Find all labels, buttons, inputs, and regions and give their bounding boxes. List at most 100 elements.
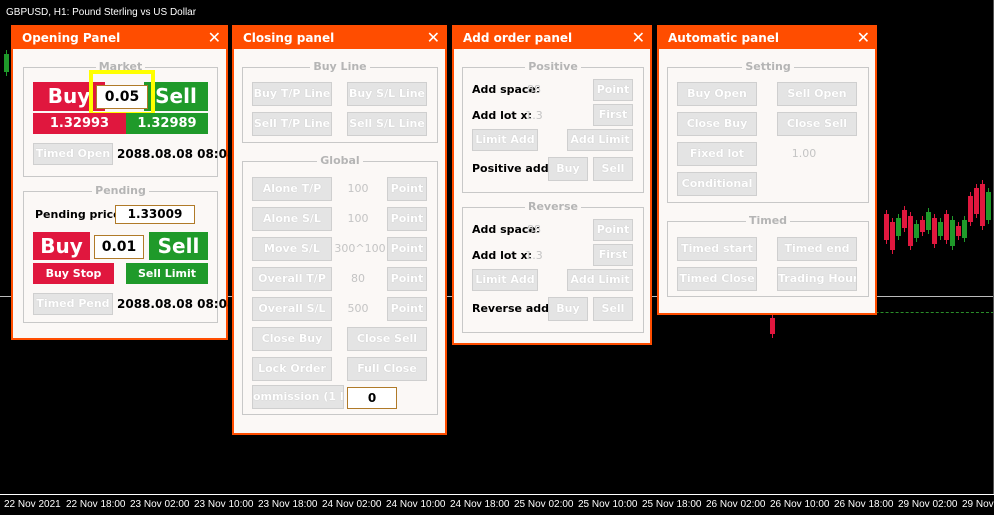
- alone-sl-value[interactable]: 100: [338, 212, 378, 225]
- add-limit-button[interactable]: Add Limit: [567, 269, 633, 291]
- first-button[interactable]: First: [593, 244, 633, 266]
- add-space-value[interactable]: 88: [516, 223, 552, 236]
- buy-stop-button[interactable]: Buy Stop: [33, 263, 114, 284]
- alone-sl-button[interactable]: Alone S/L: [252, 207, 332, 231]
- add-limit-button[interactable]: Add Limit: [567, 129, 633, 151]
- add-order-panel: Add order panel ✕ Positive Add space: 88…: [452, 25, 652, 345]
- add-space-value[interactable]: 88: [516, 83, 552, 96]
- chart-title: GBPUSD, H1: Pound Sterling vs US Dollar: [6, 7, 197, 18]
- trading-hours-button[interactable]: Trading Hours: [777, 267, 857, 291]
- time-label: 23 Nov 10:00: [194, 499, 254, 510]
- point-button[interactable]: Point: [387, 207, 427, 231]
- limit-add-button[interactable]: Limit Add: [472, 129, 538, 151]
- pending-price-label: Pending price:: [35, 208, 125, 221]
- candle-body: [770, 318, 775, 334]
- candle-body: [968, 196, 973, 222]
- timed-end-button[interactable]: Timed end: [777, 237, 857, 261]
- closing-panel-header[interactable]: Closing panel ✕: [234, 27, 445, 49]
- group-title: Pending: [92, 184, 149, 197]
- time-label: 22 Nov 18:00: [66, 499, 126, 510]
- reverse-buy-button[interactable]: Buy: [548, 297, 588, 321]
- reverse-sell-button[interactable]: Sell: [593, 297, 633, 321]
- move-sl-value[interactable]: 300^100: [334, 242, 386, 255]
- time-label: 24 Nov 02:00: [322, 499, 382, 510]
- time-label: 24 Nov 18:00: [450, 499, 510, 510]
- close-sell-button[interactable]: Close Sell: [777, 112, 857, 136]
- close-icon[interactable]: ✕: [632, 27, 645, 49]
- closing-panel: Closing panel ✕ Buy Line Buy T/P Line Bu…: [232, 25, 447, 435]
- timed-open-button[interactable]: Timed Open: [33, 143, 113, 165]
- sell-limit-button[interactable]: Sell Limit: [126, 263, 208, 284]
- panel-title: Opening Panel: [22, 31, 121, 45]
- add-lot-value[interactable]: 1.3: [516, 249, 552, 262]
- overall-tp-value[interactable]: 80: [338, 272, 378, 285]
- candle-body: [956, 226, 961, 236]
- timed-pend-button[interactable]: Timed Pend: [33, 293, 113, 315]
- point-button[interactable]: Point: [387, 237, 427, 261]
- candle-body: [950, 220, 955, 246]
- point-button[interactable]: Point: [387, 267, 427, 291]
- pending-buy-button[interactable]: Buy: [33, 232, 90, 260]
- limit-add-button[interactable]: Limit Add: [472, 269, 538, 291]
- candle-body: [908, 216, 913, 246]
- fixed-lot-button[interactable]: Fixed lot: [677, 142, 757, 166]
- overall-sl-button[interactable]: Overall S/L: [252, 297, 332, 321]
- ask-price[interactable]: 1.32989: [126, 113, 208, 134]
- conditional-button[interactable]: Conditional: [677, 172, 757, 196]
- point-button[interactable]: Point: [593, 219, 633, 241]
- fixed-lot-value[interactable]: 1.00: [779, 147, 829, 160]
- panel-title: Automatic panel: [668, 31, 780, 45]
- move-sl-button[interactable]: Move S/L: [252, 237, 332, 261]
- sell-tp-line-button[interactable]: Sell T/P Line: [252, 112, 332, 136]
- sell-open-button[interactable]: Sell Open: [777, 82, 857, 106]
- buy-tp-line-button[interactable]: Buy T/P Line: [252, 82, 332, 106]
- close-icon[interactable]: ✕: [208, 27, 221, 49]
- buy-open-button[interactable]: Buy Open: [677, 82, 757, 106]
- time-axis: 22 Nov 2021 22 Nov 18:00 23 Nov 02:00 23…: [0, 499, 994, 515]
- buy-sl-line-button[interactable]: Buy S/L Line: [347, 82, 427, 106]
- alone-tp-button[interactable]: Alone T/P: [252, 177, 332, 201]
- overall-tp-button[interactable]: Overall T/P: [252, 267, 332, 291]
- close-buy-button[interactable]: Close Buy: [252, 327, 332, 351]
- positive-add-label: Positive add: [472, 162, 549, 175]
- first-button[interactable]: First: [593, 104, 633, 126]
- full-close-button[interactable]: Full Close: [347, 357, 427, 381]
- overall-sl-value[interactable]: 500: [338, 302, 378, 315]
- bid-price[interactable]: 1.32993: [33, 113, 126, 134]
- positive-sell-button[interactable]: Sell: [593, 157, 633, 181]
- automatic-panel: Automatic panel ✕ Setting Buy Open Sell …: [657, 25, 877, 315]
- time-label: 25 Nov 18:00: [642, 499, 702, 510]
- positive-buy-button[interactable]: Buy: [548, 157, 588, 181]
- close-sell-button[interactable]: Close Sell: [347, 327, 427, 351]
- lock-order-button[interactable]: Lock Order: [252, 357, 332, 381]
- open-time: 2088.08.08 08:08: [117, 147, 236, 161]
- candle-body: [4, 54, 9, 72]
- sell-sl-line-button[interactable]: Sell S/L Line: [347, 112, 427, 136]
- automatic-panel-header[interactable]: Automatic panel ✕: [659, 27, 875, 49]
- opening-panel-header[interactable]: Opening Panel ✕: [13, 27, 226, 49]
- candle-body: [938, 222, 943, 236]
- timed-start-button[interactable]: Timed start: [677, 237, 757, 261]
- close-icon[interactable]: ✕: [857, 27, 870, 49]
- point-button[interactable]: Point: [387, 177, 427, 201]
- commission-input[interactable]: 0: [347, 387, 397, 409]
- time-axis-line: [0, 494, 994, 495]
- alone-tp-value[interactable]: 100: [338, 182, 378, 195]
- point-button[interactable]: Point: [387, 297, 427, 321]
- market-lot-input[interactable]: 0.05: [96, 85, 148, 109]
- close-buy-button[interactable]: Close Buy: [677, 112, 757, 136]
- add-lot-value[interactable]: 1.3: [516, 109, 552, 122]
- commission-button[interactable]: ommission (1 lot: [252, 385, 344, 409]
- pending-lot-input[interactable]: 0.01: [94, 235, 144, 259]
- close-icon[interactable]: ✕: [427, 27, 440, 49]
- candle-body: [926, 212, 931, 230]
- timed-close-button[interactable]: Timed Close: [677, 267, 757, 291]
- candle-body: [914, 224, 919, 238]
- opening-panel: Opening Panel ✕ Market Buy Sell 0.05 1.3…: [11, 25, 235, 340]
- candle-body: [896, 218, 901, 236]
- pending-sell-button[interactable]: Sell: [149, 232, 208, 260]
- point-button[interactable]: Point: [593, 79, 633, 101]
- add-order-panel-header[interactable]: Add order panel ✕: [454, 27, 650, 49]
- pending-price-input[interactable]: 1.33009: [115, 205, 195, 224]
- candle-body: [974, 188, 979, 214]
